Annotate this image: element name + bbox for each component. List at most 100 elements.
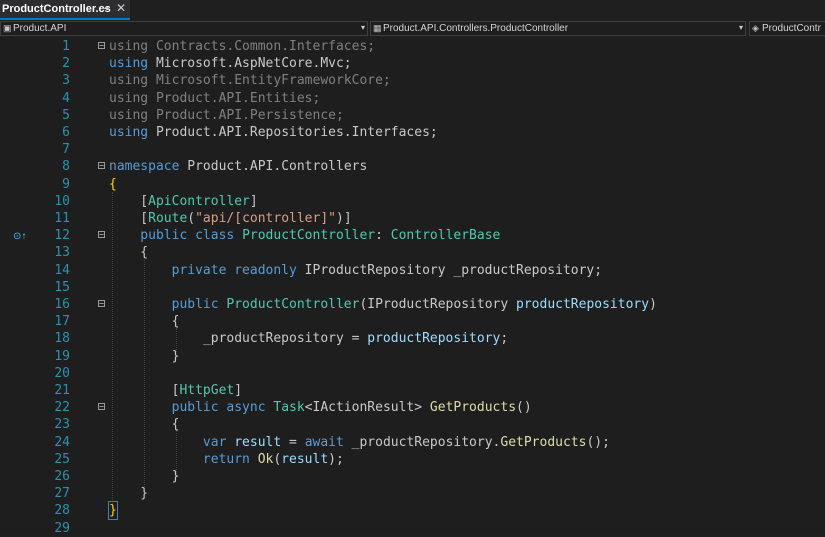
code-token: using Microsoft.EntityFrameworkCore; [109,73,391,89]
line-number: 1 [62,39,70,54]
pin-icon[interactable]: ⊸ [100,2,109,15]
code-line[interactable]: 15 [0,279,825,296]
code-editor[interactable]: ⊙↑ 1− using Contracts.Common.Interfaces; 2… [0,38,825,536]
code-token: var [109,434,235,450]
tab-product-controller[interactable]: ProductController.cs ⊸ ✕ [0,0,130,20]
line-number: 19 [54,348,70,364]
member-dropdown[interactable]: ◈ ProductContr [749,21,825,36]
member-label: ProductContr [762,23,821,34]
line-number: 5 [62,107,70,123]
code-line[interactable]: 8 − namespace Product.API.Controllers [0,158,825,175]
code-line[interactable]: 22 − public async Task<IActionResult> Get… [0,399,825,416]
code-token: ControllerBase [390,228,501,244]
member-icon: ◈ [752,23,759,33]
collapse-icon[interactable]: − [98,162,105,170]
line-number: 10 [54,193,70,209]
code-token: ] [249,193,258,209]
code-token: private readonly [109,262,305,278]
code-token: ProductController [226,297,360,312]
line-number: 14 [54,262,70,278]
code-line[interactable]: 10 [ApiController] [0,193,825,210]
code-token: Microsoft.AspNetCore.Mvc; [155,56,352,72]
code-line[interactable]: 3 using Microsoft.EntityFrameworkCore; [0,72,825,89]
code-token: } [109,469,180,484]
code-token: Product.API.Repositories.Interfaces; [155,125,438,140]
type-dropdown[interactable]: ▦ Product.API.Controllers.ProductControl… [370,21,746,36]
code-text: var result = await _productRepository.Ge… [109,434,610,451]
code-line[interactable]: 18 _productRepository = productRepositor… [0,330,825,347]
code-line[interactable]: 5 using Product.API.Persistence; [0,107,825,124]
collapse-icon[interactable]: − [98,403,105,411]
line-number: 11 [54,211,70,226]
code-token: namespace [109,159,188,175]
code-line[interactable]: 6 using Product.API.Repositories.Interfac… [0,124,825,141]
line-number: 17 [54,314,70,330]
code-line[interactable]: 12 − public class ProductController: Cont… [0,227,825,244]
code-token: [ [109,193,149,209]
code-token: using [109,39,156,54]
line-number: 29 [54,520,70,536]
code-token: = [281,434,305,450]
code-token: { [109,176,117,192]
close-icon[interactable]: ✕ [116,1,126,15]
code-token: "api/[controller]" [195,211,336,226]
line-number: 8 [62,159,70,175]
collapse-icon[interactable]: − [98,300,105,308]
line-number: 15 [54,279,70,295]
code-line[interactable]: 25 return Ok(result); [0,451,825,468]
code-text: } [108,501,118,521]
line-number: 20 [54,365,70,381]
code-line[interactable]: 19 } [0,348,825,365]
code-token: } [109,348,180,364]
code-line[interactable]: 9{ [0,176,825,193]
code-text: using Product.API.Entities; [109,90,320,107]
code-line[interactable]: 21 [HttpGet] [0,382,825,399]
code-token: ( [187,211,196,226]
code-line[interactable]: 14 private readonly IProductRepository _… [0,262,825,279]
code-token: GetProducts [500,434,587,450]
code-line[interactable]: 11 [Route("api/[controller]")] [0,210,825,227]
collapse-icon[interactable]: − [98,42,105,50]
project-dropdown[interactable]: ▣ Product.API ▾ [0,21,368,36]
code-line[interactable]: 2 using Microsoft.AspNetCore.Mvc; [0,55,825,72]
line-number: 12 [54,228,70,244]
code-token: ApiController [148,193,250,209]
code-token: using Product.API.Persistence; [109,107,344,123]
code-text: public class ProductController: Controll… [109,227,500,244]
line-number: 18 [54,331,70,347]
code-line[interactable]: 29 [0,520,825,537]
line-number: 21 [54,383,70,398]
code-text: using Microsoft.AspNetCore.Mvc; [109,55,352,72]
code-token: ; [500,331,509,347]
code-text: private readonly IProductRepository _pro… [109,262,602,279]
code-token: [ [109,383,180,398]
code-line[interactable]: 26 } [0,468,825,485]
code-line[interactable]: 16 − public ProductController(IProductRep… [0,296,825,313]
line-number: 4 [62,90,70,106]
code-token: Product.API.Controllers [187,159,368,175]
code-line[interactable]: 17 { [0,313,825,330]
line-number: 2 [62,56,70,72]
code-token: GetProducts [429,400,517,416]
code-token: await [304,434,352,450]
collapse-icon[interactable]: − [98,231,105,239]
code-text: namespace Product.API.Controllers [109,158,367,175]
code-line[interactable]: 13 { [0,244,825,261]
code-line[interactable]: 27 } [0,485,825,502]
code-text: return Ok(result); [109,451,344,468]
code-text: { [109,176,117,193]
code-line[interactable]: 28} [0,501,825,521]
code-token: Route [148,211,188,226]
code-line[interactable]: 1 − using Contracts.Common.Interfaces; [0,38,825,55]
code-text: using Contracts.Common.Interfaces; [109,38,375,55]
code-text: using Product.API.Repositories.Interface… [109,124,438,141]
code-token: using [109,56,156,72]
code-line[interactable]: 4 using Product.API.Entities; [0,90,825,107]
code-line[interactable]: 20 [0,365,825,382]
code-text: public async Task<IActionResult> GetProd… [109,399,532,416]
code-line[interactable]: 23 { [0,416,825,433]
code-line[interactable]: 7 [0,141,825,158]
type-label: Product.API.Controllers.ProductControlle… [383,23,569,34]
code-line[interactable]: 24 var result = await _productRepository… [0,434,825,451]
line-number: 9 [62,176,70,192]
